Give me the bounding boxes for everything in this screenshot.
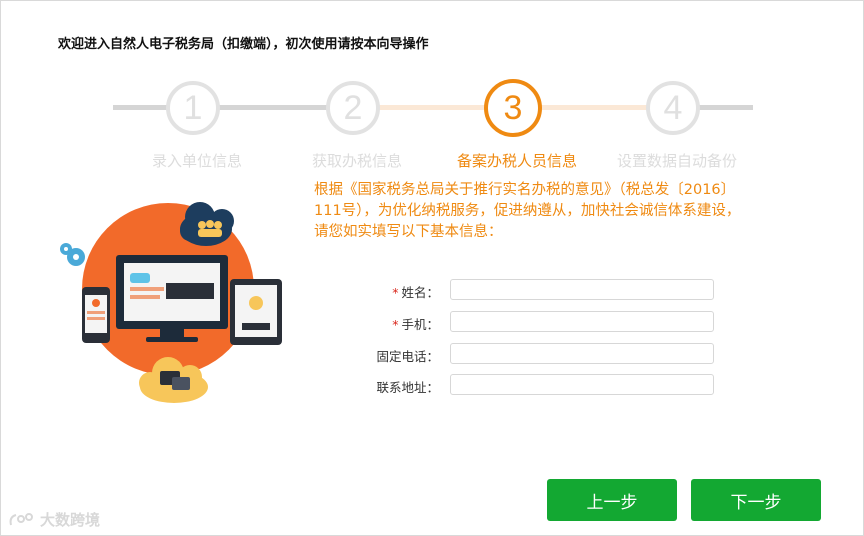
step-1-circle: 1 [166, 81, 220, 135]
watermark-logo-icon [9, 512, 33, 525]
address-row: 联系地址： [361, 374, 721, 396]
name-input[interactable] [450, 279, 714, 300]
step-2-label: 获取办税信息 [311, 152, 402, 170]
step-4-label: 设置数据自动备份 [616, 152, 737, 170]
gear-icon [60, 243, 85, 266]
address-label: 联系地址： [376, 380, 439, 395]
next-button[interactable]: 下一步 [691, 479, 821, 521]
address-input[interactable] [450, 374, 714, 395]
step-3-circle: 3 [484, 79, 542, 137]
step-1-label: 录入单位信息 [151, 152, 242, 170]
step-2-circle: 2 [326, 81, 380, 135]
required-mark: * [392, 317, 399, 332]
watermark: 大数跨境 [7, 509, 100, 530]
wizard-window: 欢迎进入自然人电子税务局（扣缴端），初次使用请按本向导操作 1 2 3 4 录入… [0, 0, 864, 536]
wizard-title: 欢迎进入自然人电子税务局（扣缴端），初次使用请按本向导操作 [58, 37, 429, 52]
step-3-label: 备案办税人员信息 [456, 152, 577, 170]
name-label: * 姓名： [392, 285, 439, 300]
devices-illustration [60, 202, 282, 403]
mobile-label: * 手机： [392, 317, 439, 332]
users-cloud-icon [180, 202, 234, 246]
required-mark: * [392, 285, 399, 300]
prev-button[interactable]: 上一步 [547, 479, 677, 521]
phone-row: 固定电话： [361, 343, 721, 365]
intro-text: 根据《国家税务总局关于推行实名办税的意见》（税总发〔2016〕111号），为优化… [314, 182, 741, 240]
watermark-text: 大数跨境 [40, 511, 101, 529]
mobile-row: * 手机： [361, 311, 721, 333]
name-row: * 姓名： [361, 279, 721, 301]
phone-label: 固定电话： [376, 349, 439, 364]
step-4-circle: 4 [646, 81, 700, 135]
phone-input[interactable] [450, 343, 714, 364]
mobile-input[interactable] [450, 311, 714, 332]
